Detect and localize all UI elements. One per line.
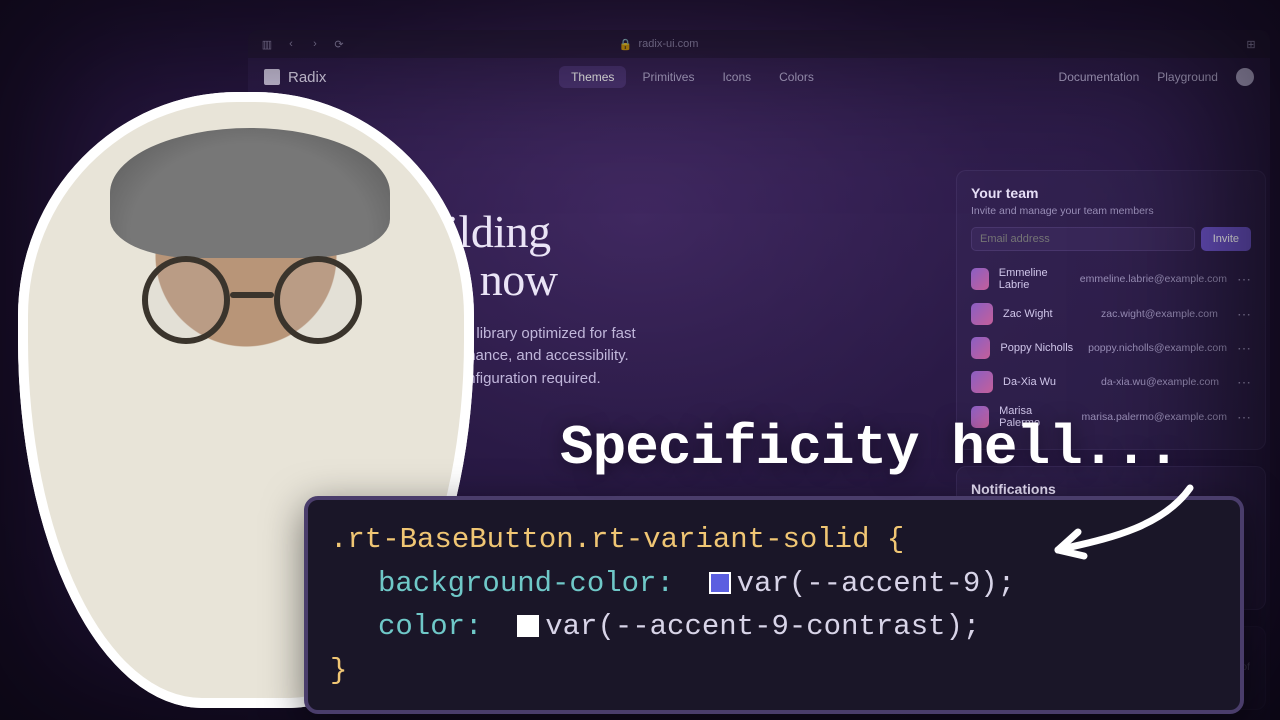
invite-button[interactable]: Invite xyxy=(1201,227,1251,251)
nav-tabs: Themes Primitives Icons Colors xyxy=(559,66,826,88)
tab-primitives[interactable]: Primitives xyxy=(630,66,706,88)
avatar xyxy=(971,371,993,393)
member-more-icon[interactable]: ⋯ xyxy=(1237,340,1251,357)
forward-icon[interactable]: › xyxy=(308,37,322,51)
nav-playground[interactable]: Playground xyxy=(1157,70,1218,84)
member-name: Emmeline Labrie xyxy=(999,267,1070,291)
member-email: emmeline.labrie@example.com xyxy=(1080,273,1227,285)
invite-email-input[interactable] xyxy=(971,227,1195,251)
member-name: Da-Xia Wu xyxy=(1003,376,1091,388)
arrow-icon xyxy=(1040,480,1200,570)
code-close: } xyxy=(330,654,347,687)
avatar xyxy=(971,268,989,290)
member-name: Zac Wight xyxy=(1003,308,1091,320)
lock-icon: 🔒 xyxy=(619,38,633,51)
sidebar-toggle-icon[interactable]: ▥ xyxy=(260,37,274,51)
member-email: poppy.nicholls@example.com xyxy=(1088,342,1227,354)
back-icon[interactable]: ‹ xyxy=(284,37,298,51)
code-value: var(--accent-9-contrast); xyxy=(545,610,980,643)
member-row: Poppy Nicholls poppy.nicholls@example.co… xyxy=(971,331,1251,365)
member-email: zac.wight@example.com xyxy=(1101,308,1227,320)
member-row: Emmeline Labrie emmeline.labrie@example.… xyxy=(971,261,1251,297)
code-value: var(--accent-9); xyxy=(737,567,1015,600)
member-more-icon[interactable]: ⋯ xyxy=(1237,374,1251,391)
avatar xyxy=(971,303,993,325)
member-name: Poppy Nicholls xyxy=(1000,342,1078,354)
tabs-icon[interactable]: ⊞ xyxy=(1244,37,1258,51)
code-prop: color: xyxy=(378,610,482,643)
color-swatch-icon xyxy=(517,615,539,637)
team-title: Your team xyxy=(971,185,1251,201)
member-more-icon[interactable]: ⋯ xyxy=(1237,409,1251,426)
member-more-icon[interactable]: ⋯ xyxy=(1237,271,1251,288)
overlay-caption: Specificity hell... xyxy=(560,416,1180,480)
browser-chrome: ▥ ‹ › ⟳ 🔒 radix-ui.com ⊞ xyxy=(248,30,1270,58)
tab-themes[interactable]: Themes xyxy=(559,66,626,88)
member-row: Zac Wight zac.wight@example.com ⋯ xyxy=(971,297,1251,331)
github-icon[interactable] xyxy=(1236,68,1254,86)
member-more-icon[interactable]: ⋯ xyxy=(1237,306,1251,323)
color-swatch-icon xyxy=(709,572,731,594)
team-sub: Invite and manage your team members xyxy=(971,205,1251,217)
avatar xyxy=(971,337,990,359)
code-prop: background-color: xyxy=(378,567,674,600)
member-email: da-xia.wu@example.com xyxy=(1101,376,1227,388)
reload-icon[interactable]: ⟳ xyxy=(332,37,346,51)
tab-icons[interactable]: Icons xyxy=(710,66,763,88)
team-panel: Your team Invite and manage your team me… xyxy=(956,170,1266,450)
url-text: radix-ui.com xyxy=(639,38,699,50)
tab-colors[interactable]: Colors xyxy=(767,66,826,88)
nav-docs[interactable]: Documentation xyxy=(1059,70,1140,84)
member-row: Da-Xia Wu da-xia.wu@example.com ⋯ xyxy=(971,365,1251,399)
code-selector: .rt-BaseButton.rt-variant-solid { xyxy=(330,523,904,556)
